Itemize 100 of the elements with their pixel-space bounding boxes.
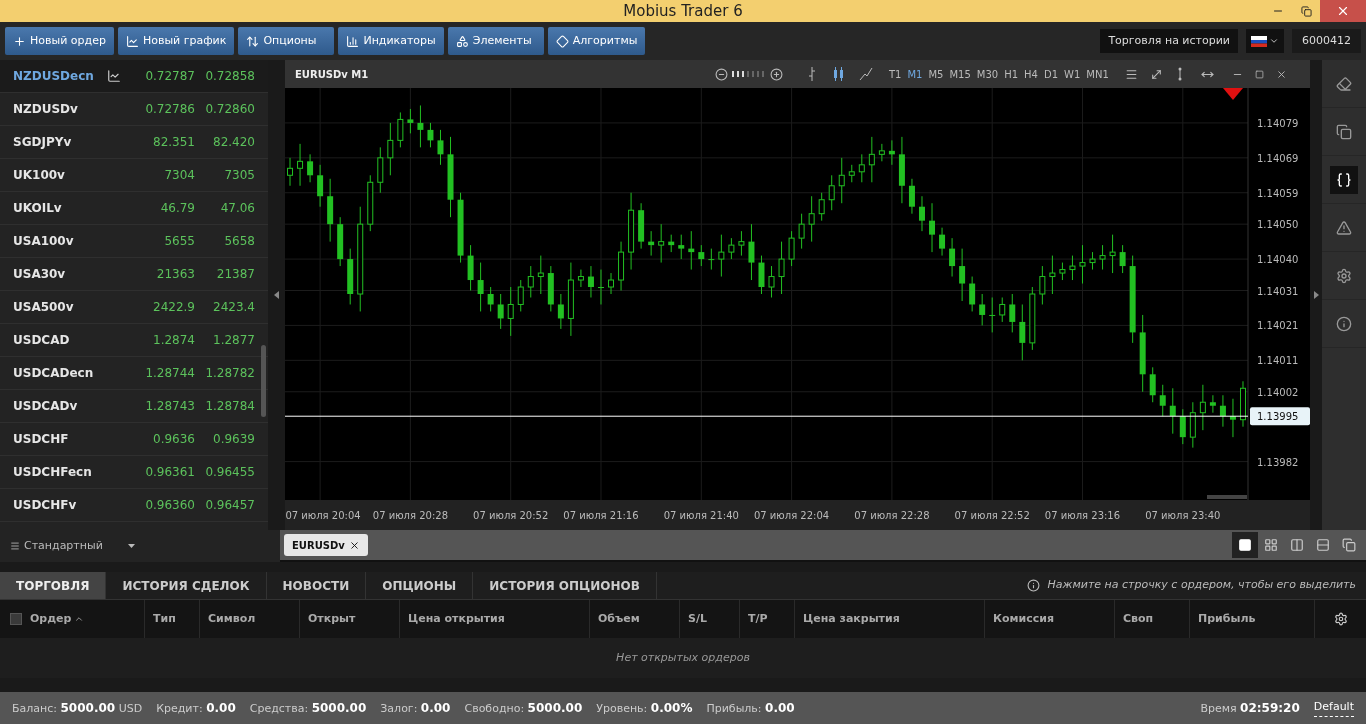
ask-price: 82.420 — [212, 134, 255, 151]
timeframe-button[interactable]: M15 — [949, 66, 971, 82]
line-type-icon — [859, 67, 873, 81]
timeframe-button[interactable]: D1 — [1044, 66, 1059, 82]
time-label: 07 июля 21:40 — [663, 510, 739, 521]
bottom-tab[interactable]: НОВОСТИ — [266, 572, 367, 599]
toolbar-button[interactable]: Алгоритмы — [547, 27, 646, 55]
bottom-tab[interactable]: ИСТОРИЯ СДЕЛОК — [106, 572, 267, 599]
toolbar-button[interactable]: Новый график — [117, 27, 235, 55]
profile-name[interactable]: Default — [1313, 699, 1354, 717]
candlestick — [858, 153, 865, 183]
candlestick — [908, 178, 915, 215]
bid-price: 2422.9 — [152, 299, 195, 316]
language-selector[interactable] — [1246, 29, 1284, 53]
chart-tab[interactable]: EURUSDv — [284, 534, 368, 556]
horizontal-scrollbar — [1207, 495, 1247, 499]
candlestick — [1159, 384, 1166, 417]
timeframe-button[interactable]: MN1 — [1086, 66, 1109, 82]
bottom-tab[interactable]: ОПЦИОНЫ — [366, 572, 474, 599]
timeframe-button[interactable]: H4 — [1024, 66, 1038, 82]
symbol-name: UKOILv — [13, 200, 63, 217]
price-label: 1.14059 — [1257, 187, 1299, 199]
menu-icon — [1124, 67, 1138, 81]
symbol-name: SGDJPYv — [13, 134, 73, 151]
toolbar-button[interactable]: Опционы — [238, 27, 335, 55]
candlestick — [949, 237, 956, 278]
diagonal-line-icon — [1149, 67, 1163, 81]
watchlist-row[interactable]: NZDUSDecn 0.72787 0.72858 — [0, 60, 268, 93]
collapse-arrow-icon — [274, 291, 279, 299]
price-label: 1.14040 — [1257, 254, 1299, 266]
bid-price: 1.28743 — [144, 398, 195, 415]
scrollbar-thumb[interactable] — [261, 345, 266, 417]
time-label: 07 июля 22:52 — [954, 510, 1030, 521]
candlestick — [868, 136, 875, 183]
candlestick — [397, 111, 404, 148]
timeframe-button[interactable]: M30 — [976, 66, 999, 82]
candlestick — [317, 164, 324, 208]
ask-price: 7305 — [223, 167, 255, 184]
candlestick — [718, 234, 725, 278]
candlestick — [297, 143, 304, 187]
select-all-checkbox[interactable] — [10, 613, 22, 625]
symbol-name: NZDUSDecn — [13, 68, 95, 85]
maximize-icon — [1254, 69, 1264, 79]
toolbar-button[interactable]: Элементы — [447, 27, 544, 55]
server-time: Время 02:59:20 — [1200, 699, 1300, 717]
candlestick — [367, 174, 374, 232]
history-mode-label[interactable]: Торговля на истории — [1100, 29, 1238, 53]
ask-price: 0.72860 — [204, 101, 255, 118]
candlestick — [728, 237, 735, 260]
symbol-name: UK100v — [13, 167, 66, 184]
braces-icon — [1336, 171, 1352, 188]
timeframe-button[interactable]: M5 — [928, 66, 944, 82]
candlestick — [668, 234, 675, 253]
status-item: Свободно: 5000.00 — [464, 699, 583, 717]
candlestick — [888, 139, 895, 166]
empty-message: Нет открытых ордеров — [616, 649, 750, 666]
ask-price: 21387 — [215, 266, 255, 283]
candlestick — [437, 129, 444, 166]
candlestick — [618, 241, 625, 291]
timeframe-button[interactable]: W1 — [1064, 66, 1081, 82]
candlestick — [1189, 401, 1196, 449]
symbol-name: USDCADecn — [13, 365, 95, 382]
candlestick — [1079, 244, 1086, 285]
candlestick — [557, 293, 564, 330]
bar-type-icon — [807, 67, 817, 81]
bottom-tab[interactable]: ИСТОРИЯ ОПЦИОНОВ — [473, 572, 657, 599]
symbol-name: USA500v — [13, 299, 75, 316]
ask-price: 0.96457 — [204, 497, 255, 514]
status-item: Средства: 5000.00 — [249, 699, 367, 717]
rows-layout-icon — [1316, 538, 1330, 552]
zoom-in-icon — [770, 67, 783, 81]
candlestick — [798, 213, 805, 250]
candlestick — [427, 122, 434, 148]
info-icon — [1336, 315, 1352, 332]
zoom-level-icon — [732, 71, 766, 77]
time-label: 07 июля 21:16 — [563, 510, 639, 521]
bid-price: 7304 — [163, 167, 195, 184]
candlestick — [577, 269, 584, 288]
timeframe-button[interactable]: T1 — [889, 66, 902, 82]
candlestick — [1099, 244, 1106, 271]
toolbar-button[interactable]: Новый ордер — [5, 27, 114, 55]
candlestick — [828, 174, 835, 211]
price-label: 1.14021 — [1257, 320, 1299, 332]
candlestick — [1049, 255, 1056, 295]
info-icon — [1026, 579, 1040, 592]
candlestick — [1119, 244, 1126, 274]
layout-button[interactable] — [1232, 532, 1258, 558]
timeframe-button[interactable]: M1 — [907, 66, 923, 82]
time-label: 07 июля 22:28 — [854, 510, 930, 521]
symbol-name: USDCHFv — [13, 497, 78, 514]
candlestick — [708, 248, 715, 271]
bottom-tab[interactable]: ТОРГОВЛЯ — [0, 572, 107, 599]
timeframe-button[interactable]: H1 — [1004, 66, 1019, 82]
plus-icon — [13, 34, 26, 48]
symbol-name: USA30v — [13, 266, 67, 283]
candlestick — [407, 108, 414, 134]
chevron-down-icon — [1269, 36, 1279, 46]
toolbar-button[interactable]: Индикаторы — [338, 27, 444, 55]
candlestick — [1039, 265, 1046, 305]
candlestick — [477, 262, 484, 312]
